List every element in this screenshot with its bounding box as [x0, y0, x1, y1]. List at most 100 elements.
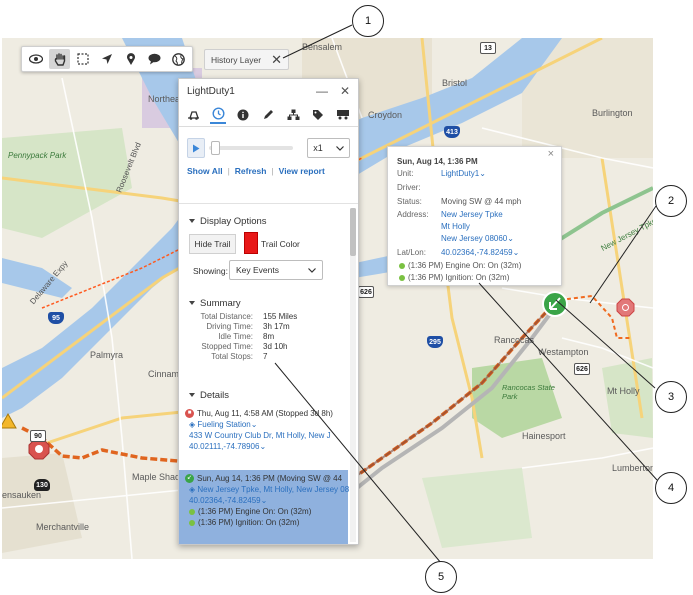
caret-down-icon	[189, 219, 195, 223]
summary-row: Total Distance: 155 Miles	[200, 312, 298, 321]
chevron-down-icon	[336, 143, 344, 153]
playback-slider[interactable]	[209, 140, 294, 156]
event-place-link[interactable]: Fueling Station	[197, 420, 250, 429]
panel-scroll-area[interactable]: Display Options Hide Trail Trail Color S…	[179, 203, 358, 544]
route-95-shield: 95	[48, 312, 64, 324]
popup-address-line2[interactable]: Mt Holly	[441, 221, 470, 232]
info-icon[interactable]	[235, 106, 251, 124]
stop-icon: ■	[185, 409, 194, 418]
map-label-lumberton: Lumberton	[612, 463, 653, 473]
popup-status-value: Moving SW @ 44 mph	[441, 197, 522, 206]
hierarchy-icon[interactable]	[285, 106, 301, 124]
event-sub-engine: (1:36 PM) Engine On: On (32m)	[198, 507, 312, 516]
panel-title: LightDuty1	[187, 85, 235, 97]
route-295-shield: 295	[427, 336, 443, 348]
status-dot-icon	[189, 519, 195, 526]
summary-section: Summary Total Distance: 155 Miles Driving…	[179, 294, 348, 361]
event-coords-link[interactable]: 40.02364,-74.82459	[189, 496, 261, 505]
map-label-pennypack: Pennypack Park	[8, 151, 67, 160]
scrollbar-thumb[interactable]	[350, 208, 356, 256]
play-icon	[193, 144, 200, 152]
pencil-icon[interactable]	[260, 106, 276, 124]
list-item[interactable]: ■ Thu, Aug 11, 4:58 AM (Stopped 3d 8h) ◈…	[185, 408, 348, 452]
popup-address-line1[interactable]: New Jersey Tpke	[441, 209, 503, 220]
popup-event-engine: (1:36 PM) Engine On: On (32m)	[408, 261, 522, 270]
map-label-pennsauken: ensauken	[2, 490, 42, 500]
caret-down-icon	[189, 393, 195, 397]
chevron-down-icon[interactable]: ⌄	[259, 442, 266, 451]
pin-icon[interactable]	[120, 49, 142, 69]
tag-icon[interactable]	[310, 106, 326, 124]
history-links: Show All | Refresh | View report	[187, 166, 325, 176]
popup-unit-label: Unit:	[397, 169, 414, 178]
scrollbar[interactable]	[350, 208, 356, 542]
popup-address-line3[interactable]: New Jersey 08060	[441, 234, 507, 243]
summary-heading: Summary	[200, 297, 241, 309]
play-button[interactable]	[187, 138, 206, 158]
close-icon[interactable]: ×	[548, 149, 554, 160]
summary-row: Total Stops: 7	[211, 352, 268, 361]
history-layer-chip[interactable]: History Layer ✕	[204, 49, 289, 70]
close-icon[interactable]: ✕	[340, 84, 350, 98]
popup-latlon-link[interactable]: 40.02364,-74.82459	[441, 248, 513, 257]
chevron-down-icon[interactable]: ⌄	[479, 169, 486, 178]
refresh-link[interactable]: Refresh	[235, 166, 267, 176]
map-label-merchantville: Merchantville	[36, 522, 90, 532]
map-label-bristol: Bristol	[442, 78, 468, 88]
panel-header: LightDuty1 — ✕	[179, 79, 358, 103]
display-options-header[interactable]: Display Options	[179, 212, 348, 230]
globe-icon[interactable]	[167, 49, 189, 69]
chevron-down-icon[interactable]: ⌄	[513, 248, 520, 257]
caret-down-icon	[189, 301, 195, 305]
route-626-shield-a: 626	[358, 286, 374, 298]
view-report-link[interactable]: View report	[279, 166, 325, 176]
popup-address-label: Address:	[397, 210, 429, 219]
select-box-icon[interactable]	[72, 49, 94, 69]
history-clock-icon[interactable]	[210, 106, 226, 124]
details-header[interactable]: Details	[179, 386, 348, 404]
popup-driver-label: Driver:	[397, 183, 421, 192]
slider-thumb[interactable]	[211, 141, 221, 155]
map-label-palmyra: Palmyra	[90, 350, 124, 360]
route-90-shield: 90	[30, 430, 46, 442]
route-413-shield: 413	[444, 126, 460, 138]
event-coords-link[interactable]: 40.02111,-74.78906	[189, 442, 259, 451]
trailer-icon[interactable]	[335, 106, 351, 124]
showing-label: Showing:	[193, 266, 228, 276]
list-item[interactable]: ↙ Sun, Aug 14, 1:36 PM (Moving SW @ 44 ◈…	[179, 470, 349, 544]
route-130-shield: 130	[34, 479, 50, 491]
locate-arrow-icon[interactable]	[96, 49, 118, 69]
chevron-down-icon[interactable]: ⌄	[261, 496, 268, 505]
pan-hand-icon[interactable]	[48, 49, 71, 69]
map-label-hainesport: Hainesport	[522, 431, 566, 441]
close-icon[interactable]: ✕	[271, 53, 282, 66]
minimize-icon[interactable]: —	[316, 84, 328, 98]
summary-header[interactable]: Summary	[179, 294, 348, 312]
truck-icon[interactable]	[185, 106, 201, 124]
chat-icon[interactable]	[144, 49, 166, 69]
map-label-bensalem: Bensalem	[302, 42, 343, 52]
popup-title: Sun, Aug 14, 1:36 PM	[397, 157, 478, 166]
showing-select[interactable]: Key Events	[229, 260, 323, 280]
moving-arrow-icon: ↙	[185, 474, 194, 483]
summary-row: Driving Time: 3h 17m	[206, 322, 290, 331]
status-dot-icon	[399, 274, 405, 281]
chevron-down-icon[interactable]: ⌄	[507, 234, 514, 243]
map-label-mt-holly: Mt Holly	[607, 386, 640, 396]
hide-trail-button[interactable]: Hide Trail	[189, 234, 236, 254]
speed-select[interactable]: x1	[307, 138, 350, 158]
event-title: Sun, Aug 14, 1:36 PM (Moving SW @ 44	[197, 474, 343, 483]
map-label-rancocas-park: Rancocas State Park	[502, 383, 555, 401]
show-all-link[interactable]: Show All	[187, 166, 223, 176]
event-address-link[interactable]: 433 W Country Club Dr, Mt Holly, New J	[189, 431, 331, 440]
event-address-link[interactable]: New Jersey Tpke, Mt Holly, New Jersey 08	[197, 485, 349, 494]
panel-tabs	[179, 103, 358, 127]
route-13-shield: 13	[480, 42, 496, 54]
chevron-down-icon[interactable]: ⌄	[251, 420, 258, 429]
trail-color-swatch[interactable]	[244, 232, 258, 254]
vehicle-marker-icon	[542, 291, 568, 317]
location-icon: ◈	[189, 485, 196, 494]
eye-icon[interactable]	[25, 49, 47, 69]
popup-unit-link[interactable]: LightDuty1	[441, 169, 479, 178]
unit-history-panel: LightDuty1 — ✕ x1 Show All | Refresh | V…	[178, 78, 359, 545]
